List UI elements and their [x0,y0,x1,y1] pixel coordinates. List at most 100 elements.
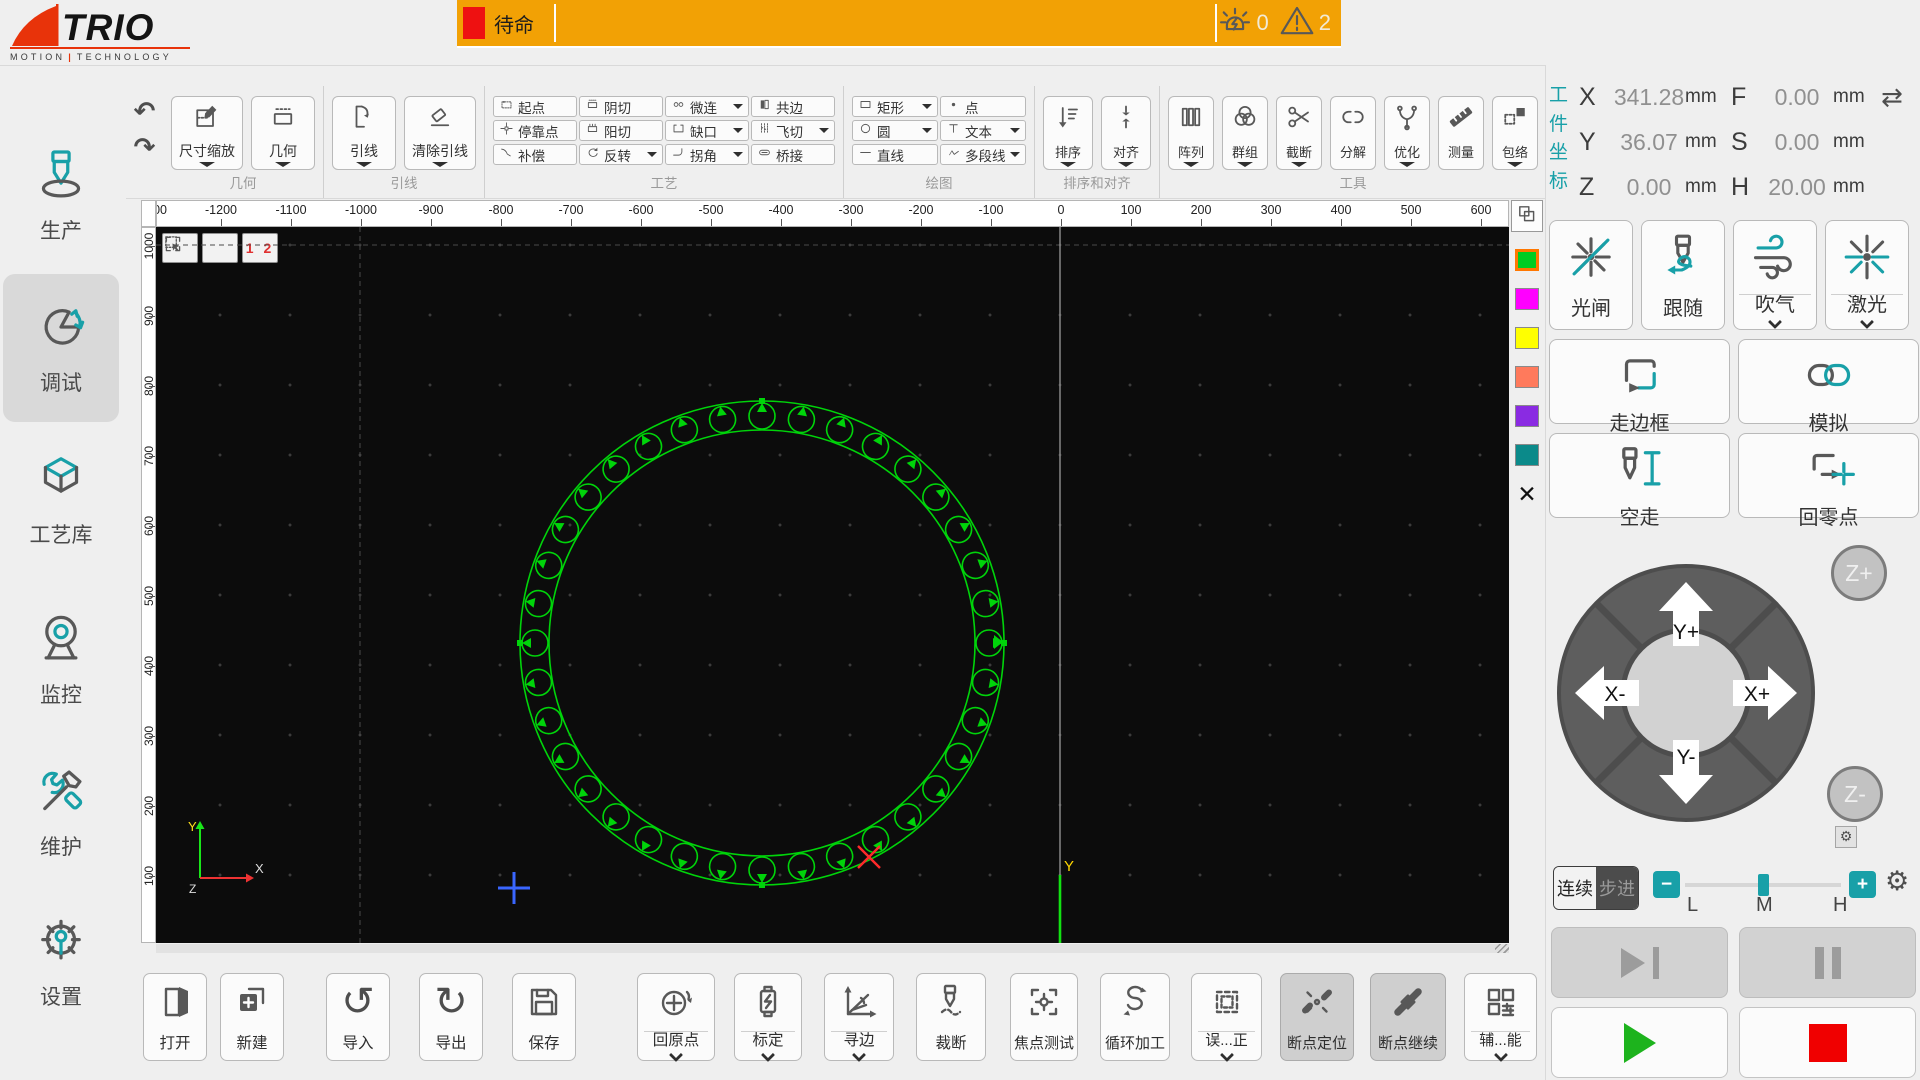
bottom-button[interactable]: 裁断 [916,973,986,1061]
bottom-button[interactable]: ↻导出 [419,973,483,1061]
ribbon-button[interactable]: 桥接 [751,144,835,165]
ribbon-button[interactable]: 排序 [1043,96,1093,170]
chevron-down-icon[interactable] [852,1048,866,1062]
stop-button[interactable] [1739,1007,1916,1078]
jog-wheel[interactable]: Y+ Y- X- X+ [1551,558,1821,828]
jog-z-minus-button[interactable]: Z- [1827,766,1883,822]
ribbon-button[interactable]: 测量 [1438,96,1484,170]
machine-button[interactable]: 跟随 [1641,220,1725,330]
start-button[interactable] [1551,1007,1728,1078]
speed-slider-handle[interactable] [1758,874,1769,896]
bottom-button[interactable]: 回原点 [637,973,715,1061]
ribbon-button[interactable]: 拐角 [665,144,749,165]
bottom-button[interactable]: 误...正 [1191,973,1262,1061]
machine-button[interactable]: 走边框 [1549,339,1730,424]
ribbon-button[interactable]: 群组 [1222,96,1268,170]
machine-button[interactable]: 模拟 [1738,339,1919,424]
machine-button[interactable]: 吹气 [1733,220,1817,330]
palette-color-swatch[interactable] [1515,366,1539,388]
close-icon[interactable]: ✕ [1517,483,1536,506]
ribbon-button[interactable]: 飞切 [751,120,835,141]
ribbon-button[interactable]: 引线 [332,96,396,170]
palette-color-swatch[interactable] [1515,288,1539,310]
bottom-button[interactable]: ↺导入 [326,973,390,1061]
bottom-button[interactable]: 焦点测试 [1010,973,1078,1061]
view-3d-button[interactable] [1511,200,1543,232]
speed-minus-button[interactable]: − [1653,871,1680,898]
dropdown-caret-icon[interactable] [1010,128,1020,133]
mode-continuous[interactable]: 连续 [1554,867,1596,909]
dropdown-caret-icon[interactable] [922,128,932,133]
dropdown-caret-icon[interactable] [1010,152,1020,157]
ribbon-button[interactable]: 起点 [493,96,577,117]
palette-color-swatch[interactable] [1515,249,1539,271]
dropdown-caret-icon[interactable] [733,104,743,109]
ribbon-button[interactable]: 停靠点 [493,120,577,141]
chevron-down-icon[interactable] [1768,315,1782,329]
ribbon-button[interactable]: 对齐 [1101,96,1151,170]
dropdown-caret-icon[interactable] [1507,162,1523,167]
ribbon-button[interactable]: 阵列 [1168,96,1214,170]
ribbon-button[interactable]: 共边 [751,96,835,117]
dropdown-caret-icon[interactable] [819,128,829,133]
chevron-down-icon[interactable] [761,1048,775,1062]
dropdown-caret-icon[interactable] [1399,162,1415,167]
chevron-down-icon[interactable] [1219,1048,1233,1062]
machine-button[interactable]: 空走 [1549,433,1730,518]
dropdown-caret-icon[interactable] [199,162,215,167]
dropdown-caret-icon[interactable] [733,128,743,133]
dropdown-caret-icon[interactable] [1291,162,1307,167]
ribbon-button[interactable]: 阴切 [579,96,663,117]
dropdown-caret-icon[interactable] [275,162,291,167]
palette-color-swatch[interactable] [1515,327,1539,349]
sidebar-item-3[interactable]: 工艺库 [3,426,119,574]
alarm-counter[interactable]: 0 2 [1217,3,1342,44]
bottom-button[interactable]: 新建 [220,973,284,1061]
jog-settings-button[interactable]: ⚙ [1835,826,1857,848]
chevron-down-icon[interactable] [1493,1048,1507,1062]
bottom-button[interactable]: 寻边 [824,973,894,1061]
skip-forward-button[interactable] [1551,927,1728,998]
bottom-button[interactable]: 保存 [512,973,576,1061]
machine-button[interactable]: 光闸 [1549,220,1633,330]
sidebar-item-4[interactable]: 监控 [3,586,119,734]
ribbon-button[interactable]: 圆 [852,120,938,141]
sidebar-item-1[interactable]: 生产 [3,122,119,270]
bottom-button[interactable]: 辅...能 [1464,973,1537,1061]
dropdown-caret-icon[interactable] [356,162,372,167]
ribbon-button[interactable]: 反转 [579,144,663,165]
dropdown-caret-icon[interactable] [647,152,657,157]
ribbon-button[interactable]: 清除引线 [404,96,476,170]
dropdown-caret-icon[interactable] [1118,162,1134,167]
jog-mode-toggle[interactable]: 连续 步进 [1553,866,1639,910]
ribbon-button[interactable]: 微连 [665,96,749,117]
redo-icon[interactable]: ↷ [134,134,156,160]
bottom-button[interactable]: 断点继续 [1370,973,1446,1061]
pause-button[interactable] [1739,927,1916,998]
ribbon-button[interactable]: 文本 [940,120,1026,141]
horizontal-scrollbar[interactable] [156,944,1509,953]
bottom-button[interactable]: 打开 [143,973,207,1061]
ribbon-button[interactable]: 点 [940,96,1026,117]
dropdown-caret-icon[interactable] [1060,162,1076,167]
dropdown-caret-icon[interactable] [733,152,743,157]
bottom-button[interactable]: 标定 [734,973,802,1061]
palette-color-swatch[interactable] [1515,405,1539,427]
palette-color-swatch[interactable] [1515,444,1539,466]
ribbon-button[interactable]: 阳切 [579,120,663,141]
ribbon-button[interactable]: 截断 [1276,96,1322,170]
bottom-button[interactable]: 断点定位 [1280,973,1354,1061]
ribbon-button[interactable]: 缺口 [665,120,749,141]
chevron-down-icon[interactable] [1860,315,1874,329]
ribbon-button[interactable]: 包络 [1492,96,1538,170]
ribbon-button[interactable]: 多段线 [940,144,1026,165]
ribbon-button[interactable]: 补偿 [493,144,577,165]
speed-plus-button[interactable]: + [1849,871,1876,898]
dropdown-caret-icon[interactable] [432,162,448,167]
sidebar-item-5[interactable]: 维护 [3,738,119,886]
undo-icon[interactable]: ↶ [134,98,156,124]
ribbon-button[interactable]: 优化 [1384,96,1430,170]
machine-button[interactable]: 回零点 [1738,433,1919,518]
machine-button[interactable]: 激光 [1825,220,1909,330]
mode-step[interactable]: 步进 [1596,867,1638,909]
